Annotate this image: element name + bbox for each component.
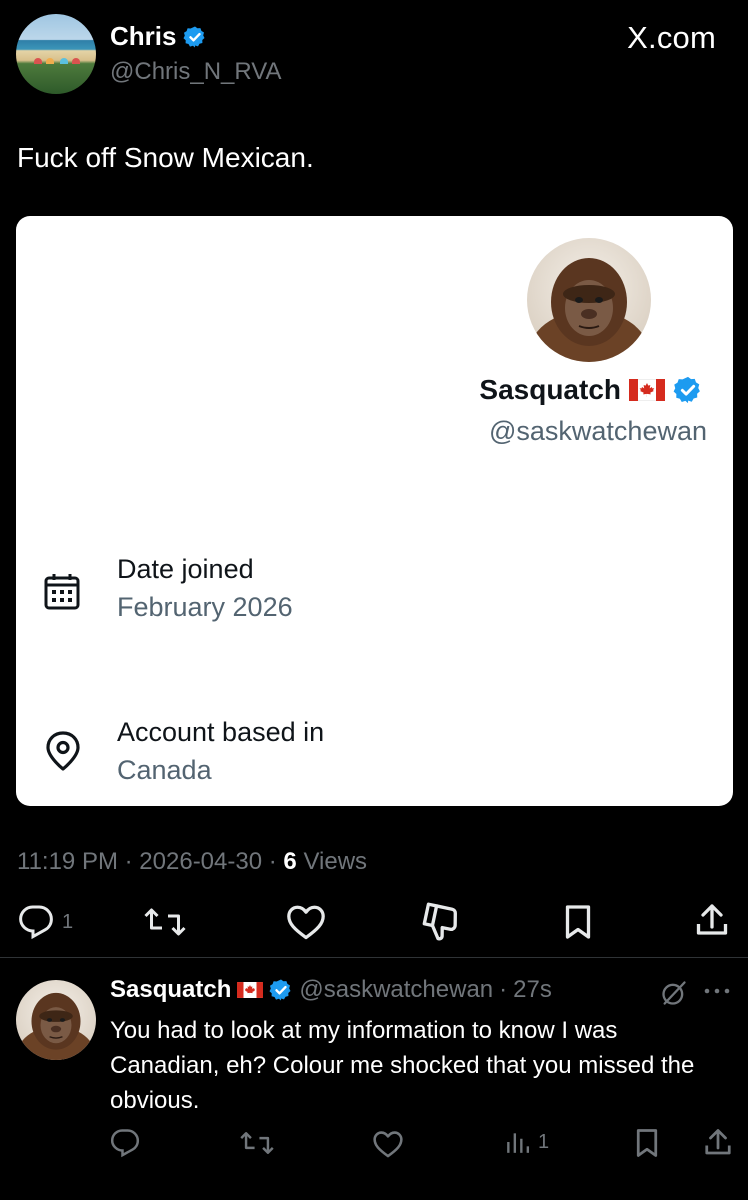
verified-badge-icon (673, 376, 700, 404)
heart-icon[interactable] (286, 904, 326, 940)
date-joined-label: Date joined (117, 554, 254, 584)
separator-dot: · (499, 976, 508, 1003)
views-label: Views (303, 848, 368, 875)
canada-flag-icon (237, 982, 264, 998)
card-handle: @saskwatchewan (488, 416, 707, 446)
card-avatar[interactable] (527, 238, 651, 362)
reply-time[interactable]: 27s (513, 976, 552, 1004)
bookmark-icon[interactable] (634, 1128, 660, 1158)
location-pin-icon (46, 731, 80, 771)
reply-text: You had to look at my information to kno… (110, 1017, 695, 1114)
reply-count: 1 (62, 910, 74, 933)
reply-author-name[interactable]: Sasquatch (110, 976, 231, 1004)
views-icon (507, 1133, 530, 1153)
profile-info-card: Sasquatch @saskwatchewan Date joined Feb… (16, 216, 733, 806)
card-name: Sasquatch (479, 374, 621, 405)
location-value: Canada (117, 755, 212, 785)
retweet-icon[interactable] (240, 1128, 274, 1158)
tweet-meta: 11:19 PM · 2026-04-30 · 6 Views (17, 848, 367, 876)
heart-icon[interactable] (372, 1130, 404, 1158)
tweet-time[interactable]: 11:19 PM (17, 848, 118, 875)
retweet-icon[interactable] (144, 904, 186, 940)
verified-badge-icon (183, 26, 205, 47)
separator-dot: · (268, 848, 284, 875)
brand-watermark: X.com (627, 20, 716, 55)
share-icon[interactable] (703, 1127, 733, 1159)
reply-button[interactable]: 1 (18, 904, 73, 940)
share-icon[interactable] (694, 902, 730, 940)
calendar-icon (44, 574, 80, 610)
more-icon[interactable] (702, 984, 732, 998)
location-label: Account based in (117, 717, 325, 747)
canada-flag-icon (629, 379, 665, 401)
dislike-icon[interactable] (420, 902, 460, 942)
divider (0, 957, 748, 958)
reply-icon (19, 905, 53, 940)
grok-icon[interactable] (660, 979, 688, 1007)
bookmark-icon[interactable] (561, 904, 595, 940)
tweet-date[interactable]: 2026-04-30 (139, 848, 262, 875)
views-button[interactable]: 1 (504, 1128, 549, 1156)
author-name-row[interactable]: Chris (110, 21, 207, 52)
reply-header: Sasquatch @saskwatchewan · 27s (110, 976, 552, 1004)
views-count: 6 (283, 848, 297, 875)
separator-dot: · (124, 848, 140, 875)
tweet-text: Fuck off Snow Mexican. (17, 142, 314, 173)
reply-views-count: 1 (538, 1130, 550, 1153)
author-handle[interactable]: @Chris_N_RVA (110, 58, 282, 86)
reply-icon[interactable] (110, 1128, 140, 1158)
card-name-row: Sasquatch (479, 374, 703, 406)
reply-author-handle[interactable]: @saskwatchewan (299, 976, 493, 1004)
reply-avatar[interactable] (16, 980, 96, 1060)
verified-badge-icon (269, 979, 291, 1001)
author-name[interactable]: Chris (110, 21, 176, 52)
date-joined-value: February 2026 (117, 592, 293, 622)
author-avatar[interactable] (16, 14, 96, 94)
